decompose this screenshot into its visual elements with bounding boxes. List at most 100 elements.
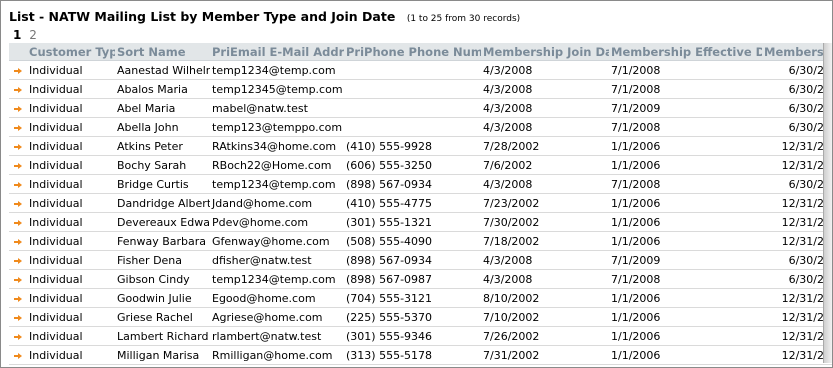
header-effective-date[interactable]: Membership Effective Date bbox=[609, 43, 762, 61]
vertical-scrollbar[interactable] bbox=[823, 43, 832, 363]
table-row[interactable]: Individual Dandridge Albert Jdand@home.com… bbox=[9, 193, 832, 213]
row-arrow-icon[interactable] bbox=[9, 250, 27, 270]
table-row[interactable]: Individual Fenway Barbara Gfenway@home.com… bbox=[9, 231, 832, 251]
email-cell: RBoch22@Home.com bbox=[210, 155, 344, 175]
row-arrow-icon[interactable] bbox=[9, 155, 27, 175]
table-row[interactable]: IndividualDevereaux EdwardPdev@home.com(… bbox=[9, 212, 832, 232]
row-arrow-icon[interactable] bbox=[9, 269, 27, 289]
customer-type-cell: Individual bbox=[27, 79, 115, 99]
row-arrow-icon[interactable] bbox=[9, 117, 27, 137]
join-date-cell: 4/3/2008 bbox=[481, 79, 609, 99]
phone-cell: (606) 555-3250 bbox=[344, 155, 481, 175]
effective-date-cell: 1/1/2006 bbox=[609, 307, 762, 327]
row-arrow-icon[interactable] bbox=[9, 60, 27, 80]
effective-date-cell: 7/1/2008 bbox=[609, 269, 762, 289]
customer-type-cell: Individual bbox=[27, 231, 115, 251]
email-cell: rlambert@natw.test bbox=[210, 326, 344, 346]
report-title: List - NATW Mailing List by Member Type … bbox=[9, 9, 396, 24]
email-cell: temp1234@temp.com bbox=[210, 60, 344, 80]
table-row[interactable]: Individual Atkins Peter RAtkins34@home.com… bbox=[9, 136, 832, 156]
customer-type-cell: Individual bbox=[27, 60, 115, 80]
effective-date-cell: 1/1/2006 bbox=[609, 136, 762, 156]
table-row[interactable]: Individual Fisher Dena dfisher@natw.test (8… bbox=[9, 250, 832, 270]
join-date-cell: 4/3/2008 bbox=[481, 117, 609, 137]
email-cell: Egood@home.com bbox=[210, 288, 344, 308]
report-header: List - NATW Mailing List by Member Type … bbox=[9, 9, 520, 24]
table-row[interactable]: Individual Aanestad Wilhelm temp1234@temp.… bbox=[9, 60, 832, 80]
phone-cell: (225) 555-5370 bbox=[344, 307, 481, 327]
join-date-cell: 7/10/2002 bbox=[481, 307, 609, 327]
email-cell: temp1234@temp.com bbox=[210, 174, 344, 194]
header-customer-type[interactable]: Customer Type bbox=[27, 43, 115, 61]
row-arrow-icon[interactable] bbox=[9, 136, 27, 156]
row-arrow-icon[interactable] bbox=[9, 212, 27, 232]
table-row[interactable]: Individual Abalos Maria temp12345@temp.com… bbox=[9, 79, 832, 99]
email-cell: temp123@temppo.com bbox=[210, 117, 344, 137]
header-phone[interactable]: PriPhone Phone Number bbox=[344, 43, 481, 61]
email-cell: Jdand@home.com bbox=[210, 193, 344, 213]
phone-cell: (410) 555-9928 bbox=[344, 136, 481, 156]
join-date-cell: 4/3/2008 bbox=[481, 269, 609, 289]
row-arrow-icon[interactable] bbox=[9, 345, 27, 365]
phone-cell: (301) 555-1321 bbox=[344, 212, 481, 232]
join-date-cell: 7/28/2002 bbox=[481, 136, 609, 156]
phone-cell bbox=[344, 60, 481, 80]
header-sort-name[interactable]: Sort Name bbox=[115, 43, 210, 61]
row-arrow-icon[interactable] bbox=[9, 307, 27, 327]
sort-name-cell: Dandridge Albert bbox=[115, 193, 210, 213]
phone-cell bbox=[344, 79, 481, 99]
header-email[interactable]: PriEmail E-Mail Address bbox=[210, 43, 344, 61]
effective-date-cell: 7/1/2008 bbox=[609, 117, 762, 137]
table-row[interactable]: Individual Milligan Marisa Rmilligan@home.… bbox=[9, 345, 832, 365]
join-date-cell: 4/3/2008 bbox=[481, 174, 609, 194]
table-row[interactable]: Individual Abella John temp123@temppo.com 4… bbox=[9, 117, 832, 137]
table-header-row: Customer TypeSort NamePriEmail E-Mail Ad… bbox=[9, 43, 832, 61]
join-date-cell: 4/3/2008 bbox=[481, 60, 609, 80]
table-row[interactable]: Individual Goodwin Julie Egood@home.com (70… bbox=[9, 288, 832, 308]
effective-date-cell: 7/1/2008 bbox=[609, 174, 762, 194]
table-row[interactable]: Individual Bridge Curtis temp1234@temp.com… bbox=[9, 174, 832, 194]
effective-date-cell: 1/1/2006 bbox=[609, 193, 762, 213]
phone-cell: (898) 567-0987 bbox=[344, 269, 481, 289]
header-join-date[interactable]: Membership Join Date bbox=[481, 43, 609, 61]
row-arrow-icon[interactable] bbox=[9, 193, 27, 213]
row-arrow-icon[interactable] bbox=[9, 231, 27, 251]
sort-name-cell: Milligan Marisa bbox=[115, 345, 210, 365]
customer-type-cell: Individual bbox=[27, 307, 115, 327]
row-arrow-icon[interactable] bbox=[9, 79, 27, 99]
effective-date-cell: 1/1/2006 bbox=[609, 155, 762, 175]
table-row[interactable]: Individual Lambert Richard rlambert@natw.t… bbox=[9, 326, 832, 346]
effective-date-cell: 1/1/2006 bbox=[609, 231, 762, 251]
report-window: List - NATW Mailing List by Member Type … bbox=[0, 0, 833, 368]
row-arrow-icon[interactable] bbox=[9, 288, 27, 308]
sort-name-cell: Atkins Peter bbox=[115, 136, 210, 156]
email-cell: Pdev@home.com bbox=[210, 212, 344, 232]
row-arrow-icon[interactable] bbox=[9, 98, 27, 118]
join-date-cell: 8/10/2002 bbox=[481, 288, 609, 308]
table-row[interactable]: Individual Griese Rachel Agriese@home.com(… bbox=[9, 307, 832, 327]
pager: 1 2 bbox=[13, 28, 37, 42]
phone-cell bbox=[344, 117, 481, 137]
join-date-cell: 7/6/2002 bbox=[481, 155, 609, 175]
page-current: 1 bbox=[13, 28, 22, 42]
effective-date-cell: 7/1/2008 bbox=[609, 79, 762, 99]
email-cell: mabel@natw.test bbox=[210, 98, 344, 118]
phone-cell bbox=[344, 98, 481, 118]
effective-date-cell: 7/1/2009 bbox=[609, 250, 762, 270]
table-body: Individual Aanestad Wilhelm temp1234@temp.… bbox=[9, 60, 832, 365]
customer-type-cell: Individual bbox=[27, 326, 115, 346]
customer-type-cell: Individual bbox=[27, 117, 115, 137]
row-arrow-icon[interactable] bbox=[9, 174, 27, 194]
sort-name-cell: Goodwin Julie bbox=[115, 288, 210, 308]
customer-type-cell: Individual bbox=[27, 345, 115, 365]
customer-type-cell: Individual bbox=[27, 98, 115, 118]
page-link-2[interactable]: 2 bbox=[29, 28, 37, 42]
customer-type-cell: Individual bbox=[27, 269, 115, 289]
table-row[interactable]: Individual Bochy Sarah RBoch22@Home.com (60… bbox=[9, 155, 832, 175]
customer-type-cell: Individual bbox=[27, 288, 115, 308]
record-count: (1 to 25 from 30 records) bbox=[406, 14, 521, 24]
row-arrow-icon[interactable] bbox=[9, 326, 27, 346]
effective-date-cell: 1/1/2006 bbox=[609, 345, 762, 365]
table-row[interactable]: Individual Gibson Cindy temp1234@temp.com(… bbox=[9, 269, 832, 289]
table-row[interactable]: Individual Abel Maria mabel@natw.test 4/3/2… bbox=[9, 98, 832, 118]
